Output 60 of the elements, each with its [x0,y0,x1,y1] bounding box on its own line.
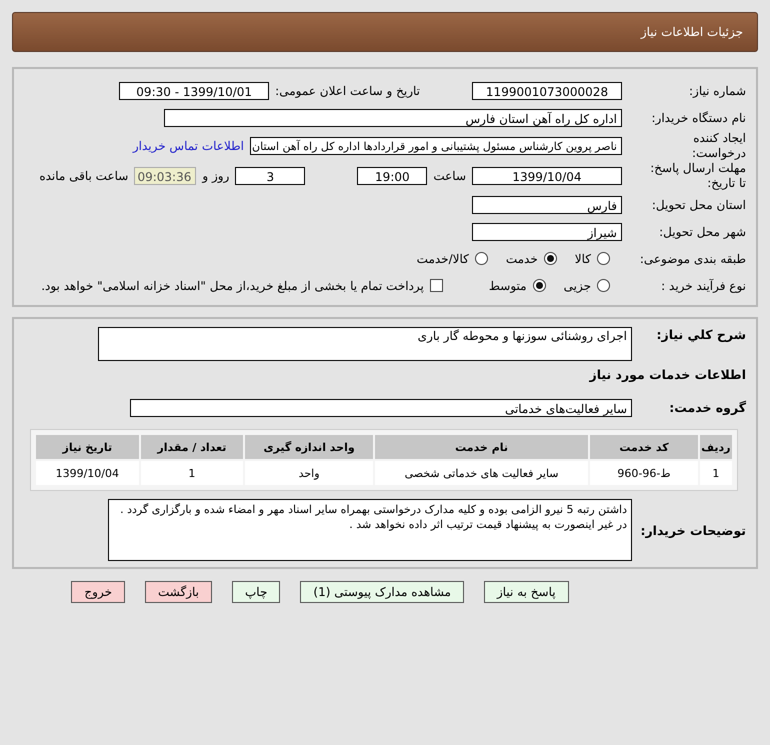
field-label: روز و [202,169,230,183]
column-header: تعداد / مقدار [140,435,244,459]
deadline-date-field: 1399/10/04 [472,167,622,185]
action-button[interactable]: چاپ [232,581,280,603]
radio-label: کالا [574,252,591,266]
radio-button[interactable] [474,252,488,265]
field-label: توضیحات خریدار: [639,522,746,538]
column-header: کد خدمت [590,435,698,459]
field-label: ساعت باقی مانده [39,169,128,183]
table-cell: 1399/10/04 [36,461,139,485]
field-label: نوع فرآیند خرید : [660,278,746,292]
field-label: استان محل تحویل: [650,198,746,212]
buyer-notes-field: داشتن رتبه 5 نیرو الزامی بوده و کلیه مدارک درخواستی بهمراه سایر اسناد مهر و امضاء شده و بارگزاری گردد . در غیر اینصورت به پیشنهاد قیمت ترتیب اثر داده نخواهد شد . [108,499,632,561]
table-cell: ط-96-960 [590,461,698,485]
announce-date-field: 1399/10/01 - 09:30 [119,82,270,100]
field-label: طبقه بندی موضوعی: [638,252,746,266]
field-label: شرح کلي نياز: [656,327,746,342]
field-label: مهلت ارسال پاسخ: تا تاریخ: [649,161,746,191]
section-title: اطلاعات خدمات مورد نياز [590,366,746,384]
remaining-time-field: 09:03:36 [134,167,196,185]
action-button[interactable]: بازگشت [145,581,212,603]
table-cell: واحد [245,461,373,485]
table-cell: سایر فعالیت های خدماتی شخصی [374,461,588,485]
description-field: اجرای روشنائی سوزنها و محوطه گار باری [98,327,632,361]
days-field: 3 [235,167,306,185]
province-field: فارس [472,196,622,214]
checkbox-label: پرداخت تمام یا بخشی از مبلغ خرید،از محل "اسناد خزانه اسلامی" خواهد بود. [41,278,424,292]
service-group-field: سایر فعالیت‌های خدماتی [130,398,632,416]
checkbox[interactable] [430,279,443,292]
field-label: ساعت [433,169,466,183]
radio-button[interactable] [597,279,610,292]
radio-label: خدمت [506,252,538,266]
action-button[interactable]: خروج [71,581,125,603]
contact-link[interactable]: اطلاعات تماس خریدار [132,139,244,153]
field-label: تاریخ و ساعت اعلان عمومی: [275,84,420,98]
requester-field: ناصر پروین کارشناس مسئول پشتیبانی و امور قراردادها اداره کل راه آهن استان [250,137,622,155]
page-title: جزئیات اطلاعات نیاز [640,25,743,39]
city-field: شیراز [472,222,622,240]
column-header: ردیف [700,435,732,459]
radio-label: متوسط [488,278,527,292]
deadline-time-field: 19:00 [357,167,428,185]
column-header: تاریخ نیاز [36,435,139,459]
column-header: نام خدمت [374,435,588,459]
radio-button[interactable] [597,252,610,265]
table-cell: 1 [700,461,732,485]
field-label: شماره نیاز: [688,84,746,98]
column-header: واحد اندازه گیری [245,435,373,459]
field-label: گروه خدمت: [668,400,746,415]
need-number-field: 1199001073000028 [472,82,622,100]
radio-button[interactable] [544,252,557,265]
field-label: ایجاد کننده درخواست: [691,131,746,161]
field-label: شهر محل تحویل: [658,224,746,238]
radio-button[interactable] [532,279,546,292]
buyer-org-field: اداره کل راه آهن استان فارس [164,108,622,126]
field-label: نام دستگاه خریدار: [650,110,746,124]
radio-label: جزیی [564,278,591,292]
action-button[interactable]: پاسخ به نیاز [484,581,569,603]
radio-label: کالا/خدمت [416,252,469,266]
table-cell: 1 [140,461,244,485]
action-button[interactable]: مشاهده مدارک پیوستی (1) [300,581,464,603]
